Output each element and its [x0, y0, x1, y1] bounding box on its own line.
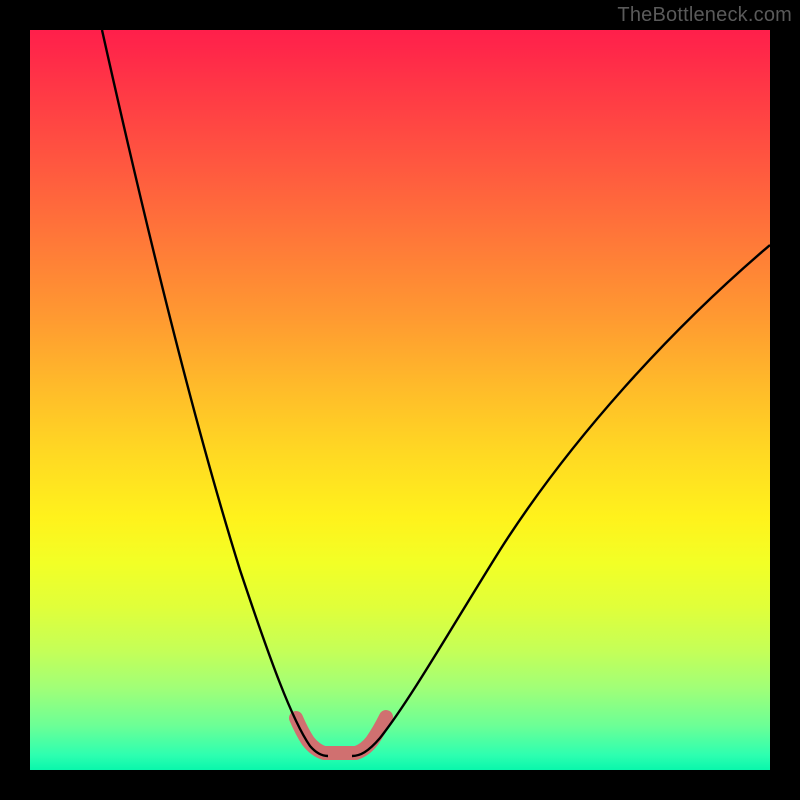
left-curve — [102, 30, 328, 756]
chart-frame: TheBottleneck.com — [0, 0, 800, 800]
watermark-text: TheBottleneck.com — [617, 4, 792, 27]
valley-marker — [296, 717, 386, 753]
plot-area — [30, 30, 770, 770]
curve-layer — [30, 30, 770, 770]
right-curve — [352, 245, 770, 756]
